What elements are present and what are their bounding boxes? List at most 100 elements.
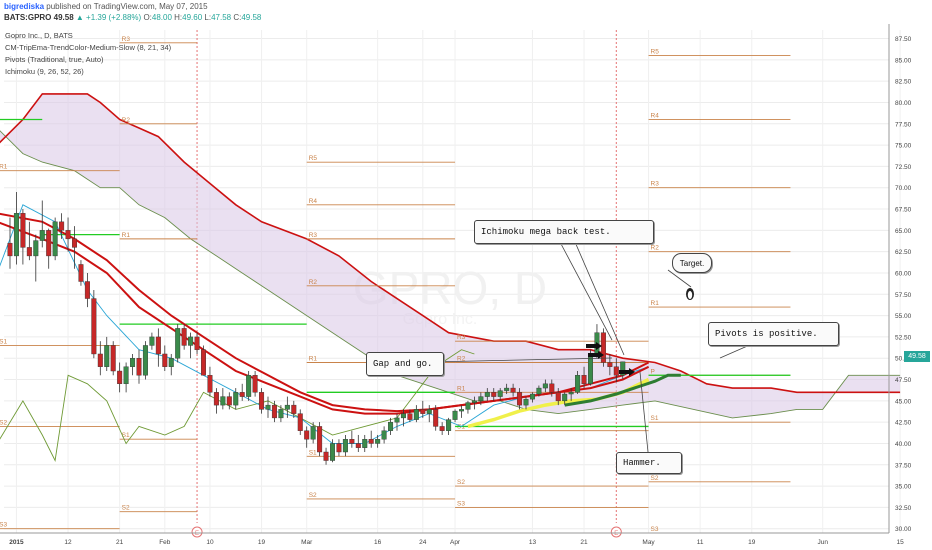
time-tick-label: Apr: [450, 539, 461, 546]
candle-body: [504, 387, 510, 391]
pivot-label: R5: [651, 49, 660, 56]
pivot-label: R2: [651, 245, 660, 252]
pivot-label: S1: [0, 338, 7, 345]
time-tick-label: 13: [529, 539, 537, 546]
pivot-label: S2: [309, 492, 317, 499]
price-tick-label: 37.50: [895, 462, 912, 469]
annotation-ichimoku-backtest[interactable]: Ichimoku mega back test.: [474, 220, 654, 244]
pivot-label: R1: [651, 300, 660, 307]
candle-body: [452, 410, 458, 420]
annotation-target[interactable]: Target.: [672, 253, 712, 273]
pivot-label: R2: [309, 279, 318, 286]
candle-body: [420, 409, 426, 414]
candle-body: [317, 426, 323, 453]
annotation-pivots-positive[interactable]: Pivots is positive.: [708, 322, 839, 346]
candle-body: [478, 396, 484, 402]
pivot-label: S2: [651, 475, 659, 482]
candle-body: [529, 393, 535, 400]
earnings-label: E: [195, 531, 199, 537]
pivot-label: R5: [309, 155, 318, 162]
publish-line: bigrediska published on TradingView.com,…: [4, 2, 208, 11]
candle-body: [342, 439, 348, 453]
candle-body: [465, 402, 471, 410]
candle-body: [130, 358, 136, 367]
time-tick-label: May: [642, 539, 655, 546]
candle-body: [246, 375, 252, 397]
candle-body: [555, 392, 561, 402]
candle-body: [162, 353, 168, 367]
high-value: 49.60: [182, 13, 203, 22]
candle-body: [568, 392, 574, 395]
indicator-legend-ichimoku[interactable]: Ichimoku (9, 26, 52, 26): [5, 67, 84, 76]
pivot-label: R4: [309, 198, 318, 205]
candle-body: [239, 392, 245, 397]
candle-body: [517, 392, 523, 406]
pivot-label: R3: [309, 232, 318, 239]
candle-body: [271, 404, 277, 419]
candle-body: [381, 430, 387, 440]
candle-body: [523, 398, 529, 406]
price-chart[interactable]: GPRO, DGopro Inc.R3R2R1R1S1S1S2S2S3R5R4R…: [0, 24, 932, 550]
symbol-label: BATS:GPRO: [4, 13, 52, 22]
candle-body: [459, 409, 465, 412]
price-tick-label: 57.50: [895, 292, 912, 299]
pivot-label: R1: [457, 385, 466, 392]
annotation-hammer[interactable]: Hammer.: [616, 452, 682, 474]
time-tick-label: Jun: [817, 539, 828, 546]
annotation-gap-and-go[interactable]: Gap and go.: [366, 352, 444, 376]
candle-body: [323, 451, 329, 461]
time-tick-label: 19: [748, 539, 756, 546]
callout-pointer: [719, 343, 753, 359]
time-tick-label: 12: [64, 539, 72, 546]
candle-body: [491, 392, 497, 397]
candle-body: [149, 336, 155, 346]
candle-body: [194, 336, 200, 350]
candle-body: [175, 328, 181, 359]
candle-body: [188, 336, 194, 346]
candle-body: [536, 387, 542, 395]
candle-body: [39, 230, 45, 241]
price-tick-label: 75.00: [895, 143, 912, 150]
candle-body: [181, 328, 187, 346]
candle-body: [310, 426, 316, 440]
price-change: ▲ +1.39 (+2.88%): [75, 13, 142, 22]
candle-body: [336, 443, 342, 453]
candle-body: [394, 417, 400, 423]
candle-body: [155, 336, 161, 355]
candle-body: [284, 404, 290, 410]
candle-body: [607, 362, 613, 367]
time-tick-label: 15: [896, 539, 904, 546]
candle-body: [233, 392, 239, 406]
indicator-legend-symbol[interactable]: Gopro Inc., D, BATS: [5, 31, 73, 40]
candle-body: [142, 345, 148, 376]
time-tick-label: 16: [374, 539, 382, 546]
candle-body: [200, 349, 206, 376]
candle-body: [297, 413, 303, 431]
price-tick-label: 65.00: [895, 228, 912, 235]
pivot-label: S1: [651, 415, 659, 422]
time-tick-label: 21: [580, 539, 588, 546]
price-tick-label: 47.50: [895, 377, 912, 384]
pivot-label: R3: [651, 181, 660, 188]
price-tick-label: 52.50: [895, 334, 912, 341]
author-link[interactable]: bigrediska: [4, 2, 44, 11]
time-tick-label: 24: [419, 539, 427, 546]
published-text: published on TradingView.com, May 07, 20…: [46, 2, 208, 11]
candle-body: [330, 443, 336, 461]
ichimoku-cloud-fill: [0, 93, 901, 418]
candle-body: [13, 213, 19, 257]
candle-body: [78, 264, 84, 282]
candle-body: [97, 353, 103, 367]
price-tick-label: 42.50: [895, 420, 912, 427]
candle-body: [413, 409, 419, 420]
price-tick-label: 45.00: [895, 398, 912, 405]
indicator-legend-pivots[interactable]: Pivots (Traditional, true, Auto): [5, 55, 104, 64]
pivot-label: S2: [0, 419, 7, 426]
pivot-label: R2: [122, 117, 131, 124]
indicator-legend-tripema[interactable]: CM-TripEma-TrendColor-Medium-Slow (8, 21…: [5, 43, 171, 52]
publish-header: bigrediska published on TradingView.com,…: [0, 0, 932, 24]
candle-body: [7, 242, 13, 257]
time-tick-label: Mar: [301, 539, 313, 546]
candle-body: [368, 439, 374, 444]
candle-body: [278, 409, 284, 419]
